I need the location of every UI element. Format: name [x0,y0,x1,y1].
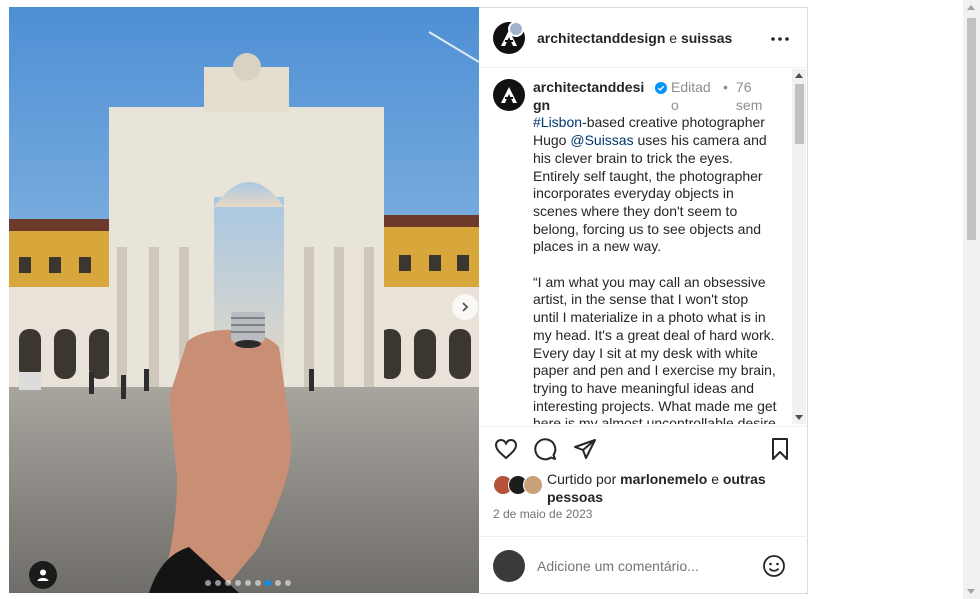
caption-scrollbar[interactable] [792,69,806,424]
caption-text: architectanddesign Editado • 76 sem #Lis… [533,79,777,424]
carousel-dot [205,580,211,586]
edited-label: Editado [671,79,711,113]
verified-badge-icon [655,82,667,94]
separator: • [723,79,728,95]
caption-paragraph: “I am what you may call an obsessive art… [533,273,777,424]
carousel-dot [265,580,271,586]
caption-author-avatar[interactable] [493,79,525,111]
carousel-dot [235,580,241,586]
hashtag-link[interactable]: #Lisbon [533,114,582,130]
likes-summary: Curtido por marlonemelo e outras pessoas [493,470,793,506]
photo-illustration [9,7,479,593]
carousel-indicator [205,580,291,586]
post-time-ago[interactable]: 76 sem [736,79,770,114]
mention-link[interactable]: @Suissas [570,132,633,148]
next-photo-button[interactable] [452,294,478,320]
collaborator-name[interactable]: suissas [681,30,732,46]
carousel-dot [255,580,261,586]
post-authors: architectanddesign e suissas [537,30,732,46]
tagged-users-button[interactable] [29,561,57,589]
more-options-button[interactable] [771,30,789,41]
carousel-dot [225,580,231,586]
bookmark-icon[interactable] [768,437,792,461]
carousel-dot [215,580,221,586]
post-details-panel: architectanddesign e suissas architectan… [479,7,808,594]
liker-avatars[interactable] [493,475,545,499]
heart-icon[interactable] [494,437,518,461]
post-photo[interactable] [9,7,479,593]
carousel-dot [275,580,281,586]
author-name[interactable]: architectanddesign [537,30,665,46]
likes-connector: e [711,471,719,487]
carousel-dot [245,580,251,586]
caption-area[interactable]: architectanddesign Editado • 76 sem #Lis… [479,69,792,424]
more-options-icon [771,37,789,41]
emoji-icon[interactable] [762,554,786,578]
current-user-avatar [493,550,525,582]
post-date[interactable]: 2 de maio de 2023 [493,507,592,521]
post-actions [479,426,808,470]
comment-icon[interactable] [533,437,557,461]
caption-username[interactable]: architectanddesign [533,79,647,114]
chevron-right-icon [462,302,469,312]
page-scrollbar[interactable] [963,0,980,599]
collaborator-avatar[interactable] [508,21,524,37]
comment-input[interactable] [537,558,737,574]
caption-text-part: uses his camera and his clever brain to … [533,132,767,255]
likes-prefix: Curtido por [547,471,617,487]
post-header: architectanddesign e suissas [479,8,807,68]
authors-connector: e [669,29,678,46]
share-icon[interactable] [573,437,597,461]
user-icon [37,569,49,581]
brand-logo-icon [501,87,517,103]
liker-name[interactable]: marlonemelo [620,471,707,487]
carousel-dot [285,580,291,586]
comment-box [479,536,808,595]
